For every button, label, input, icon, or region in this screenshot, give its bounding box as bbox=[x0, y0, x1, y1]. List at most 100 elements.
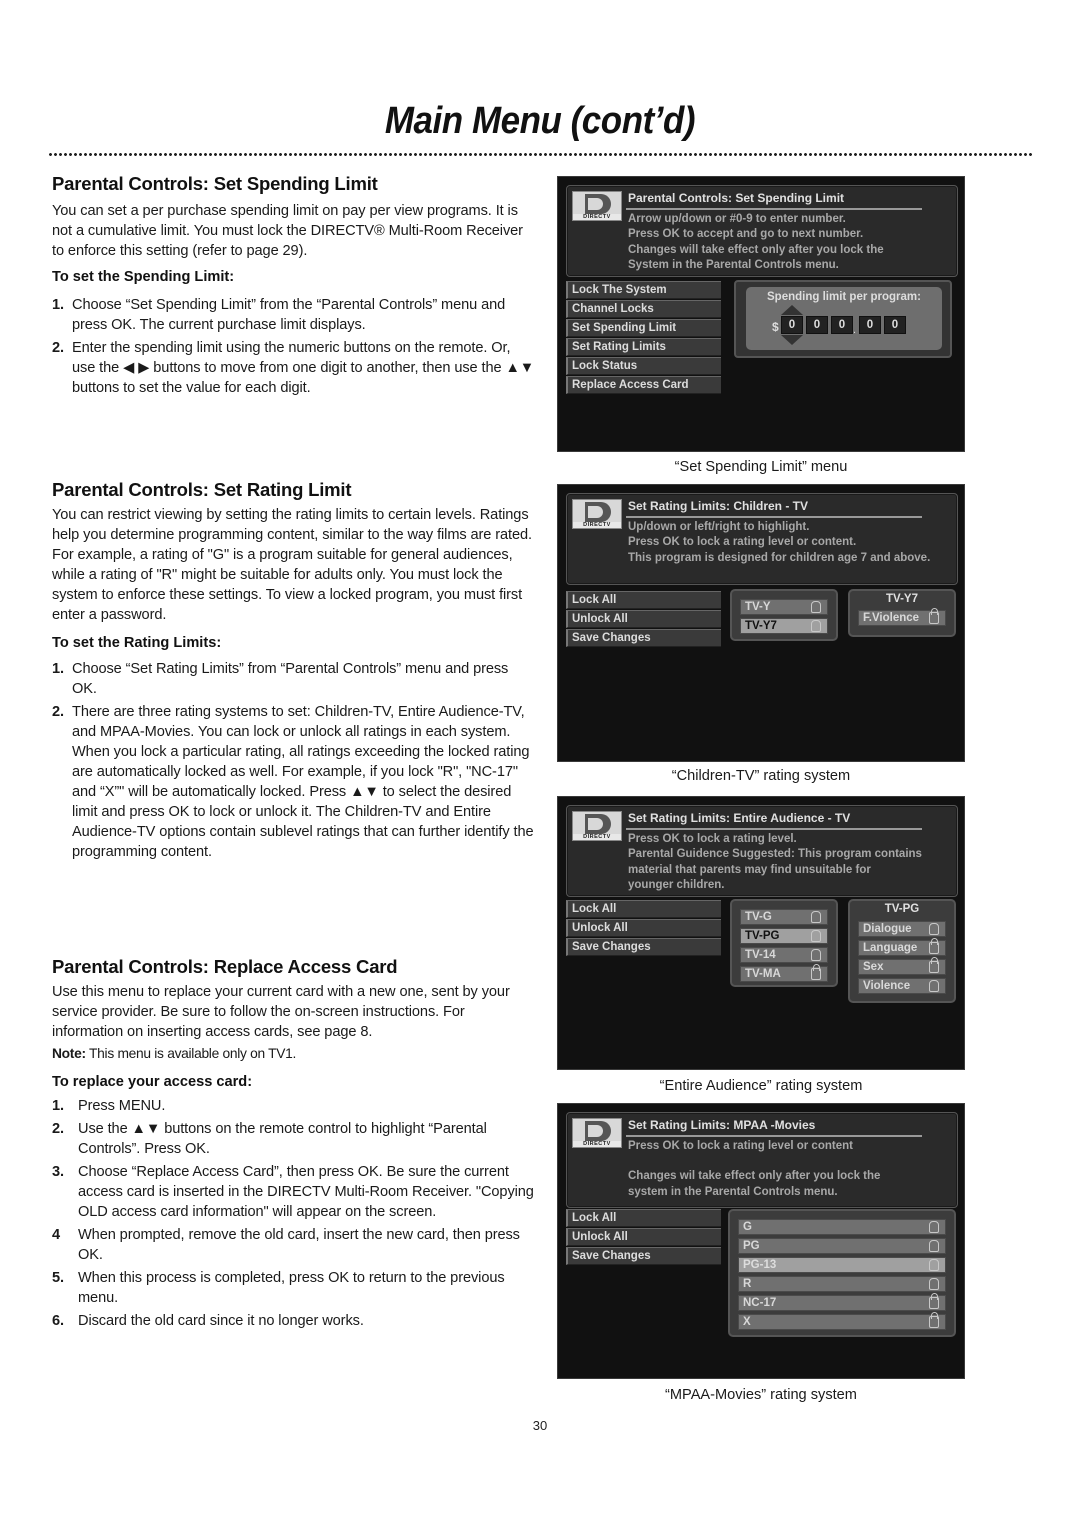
menu-item-replace-access-card[interactable]: Replace Access Card bbox=[566, 376, 721, 394]
rating-row-tv-y7[interactable]: TV-Y7 bbox=[740, 618, 828, 634]
figure-caption: “Entire Audience” rating system bbox=[659, 1078, 863, 1094]
instruction-line: This program is designed for children ag… bbox=[628, 551, 931, 564]
rating-row-tv-pg[interactable]: TV-PG bbox=[740, 928, 828, 944]
figure-caption: “Set Spending Limit” menu bbox=[674, 459, 848, 475]
section-rating-limit: Parental Controls: Set Rating Limit You … bbox=[52, 479, 537, 865]
section-subheading: To set the Spending Limit: bbox=[52, 269, 235, 285]
step-text: Choose “Replace Access Card”, then press… bbox=[78, 1164, 534, 1220]
digit-field[interactable]: 0 bbox=[884, 316, 906, 334]
rating-row-x[interactable]: X bbox=[738, 1312, 946, 1330]
lock-icon bbox=[929, 1293, 939, 1309]
rating-row-tv-14[interactable]: TV-14 bbox=[740, 947, 828, 963]
step-item: 1. Press MENU. bbox=[52, 1096, 537, 1116]
menu-item-lock-status[interactable]: Lock Status bbox=[566, 357, 721, 375]
save-changes-button[interactable]: Save Changes bbox=[566, 1247, 721, 1265]
instruction-line: Parental Guidence Suggested: This progra… bbox=[628, 848, 922, 861]
unlocked-icon bbox=[811, 949, 821, 961]
step-item: 6. Discard the old card since it no longe… bbox=[52, 1311, 537, 1331]
instruction-line: younger children. bbox=[628, 878, 725, 891]
screenshot-mpaa-movies: DIRECTV Set Rating Limits: MPAA -Movies … bbox=[557, 1103, 965, 1379]
menu-item-set-rating-limits[interactable]: Set Rating Limits bbox=[566, 338, 721, 356]
rating-row-pg-13[interactable]: PG-13 bbox=[738, 1257, 946, 1273]
digit-field[interactable]: 0 bbox=[859, 316, 881, 334]
page-number: 30 bbox=[532, 1418, 548, 1433]
menu-item-channel-locks[interactable]: Channel Locks bbox=[566, 300, 721, 318]
steps-list: 1. Choose “Set Rating Limits” from “Paren… bbox=[52, 659, 537, 862]
arrow-down-icon[interactable] bbox=[781, 335, 803, 345]
sublevel-row-sex[interactable]: Sex bbox=[858, 957, 946, 975]
unlock-all-button[interactable]: Unlock All bbox=[566, 610, 721, 628]
rating-row-r[interactable]: R bbox=[738, 1276, 946, 1292]
title-underline bbox=[626, 516, 922, 518]
step-item: 3. Choose “Replace Access Card”, then pre… bbox=[52, 1162, 537, 1222]
instruction-line: System in the Parental Controls menu. bbox=[628, 258, 839, 271]
lock-all-button[interactable]: Lock All bbox=[566, 591, 721, 609]
section-spending-limit: Parental Controls: Set Spending Limit Yo… bbox=[52, 173, 537, 401]
section-intro: You can restrict viewing by setting the … bbox=[52, 507, 532, 623]
screen-title: Set Rating Limits: Children - TV bbox=[628, 499, 809, 513]
step-text: There are three rating systems to set: C… bbox=[72, 704, 534, 860]
step-item: 5. When this process is completed, press … bbox=[52, 1268, 537, 1308]
lock-all-button[interactable]: Lock All bbox=[566, 900, 721, 918]
sublevel-row-violence[interactable]: Violence bbox=[858, 978, 946, 994]
unlocked-icon bbox=[929, 1221, 939, 1233]
screen-instructions: Press OK to lock a rating level or conte… bbox=[628, 1139, 880, 1200]
screenshot-spending-limit: DIRECTV Parental Controls: Set Spending … bbox=[557, 176, 965, 452]
step-text: Choose “Set Spending Limit” from the “Pa… bbox=[72, 297, 506, 333]
title-underline bbox=[626, 828, 922, 830]
unlocked-icon bbox=[811, 930, 821, 942]
menu-item-lock-the-system[interactable]: Lock The System bbox=[566, 281, 721, 299]
step-text: When this process is completed, press OK… bbox=[78, 1270, 505, 1306]
instruction-line: Press OK to accept and go to next number… bbox=[628, 228, 864, 241]
lock-all-button[interactable]: Lock All bbox=[566, 1209, 721, 1227]
unlock-all-button[interactable]: Unlock All bbox=[566, 1228, 721, 1246]
ratings-panel: G PG PG-13 R NC-17 X bbox=[728, 1209, 956, 1337]
save-changes-button[interactable]: Save Changes bbox=[566, 938, 721, 956]
sublevel-row-dialogue[interactable]: Dialogue bbox=[858, 921, 946, 937]
step-item: 2. Enter the spending limit using the num… bbox=[52, 338, 537, 398]
digit-field[interactable]: 0 bbox=[781, 316, 803, 334]
digit-field[interactable]: 0 bbox=[806, 316, 828, 334]
digit-field[interactable]: 0 bbox=[831, 316, 853, 334]
lock-icon bbox=[929, 1312, 939, 1328]
rating-action-menu: Lock All Unlock All Save Changes bbox=[566, 900, 721, 957]
rating-row-tv-ma[interactable]: TV-MA bbox=[740, 964, 828, 982]
section-subheading: To set the Rating Limits: bbox=[52, 635, 222, 651]
sublevel-panel: TV-PG Dialogue Language Sex Violence bbox=[848, 899, 956, 1003]
step-text: Press MENU. bbox=[78, 1098, 166, 1114]
unlocked-icon bbox=[929, 1240, 939, 1252]
lock-icon bbox=[929, 608, 939, 624]
rating-row-pg[interactable]: PG bbox=[738, 1238, 946, 1254]
sublevel-row-f-violence[interactable]: F.Violence bbox=[858, 608, 946, 626]
screen-header: DIRECTV Parental Controls: Set Spending … bbox=[566, 185, 958, 277]
step-number: 3. bbox=[52, 1164, 64, 1180]
step-text: Choose “Set Rating Limits” from “Parenta… bbox=[72, 661, 509, 697]
screen-header: DIRECTV Set Rating Limits: Children - TV… bbox=[566, 493, 958, 585]
rating-row-g[interactable]: G bbox=[738, 1219, 946, 1235]
rating-row-nc-17[interactable]: NC-17 bbox=[738, 1293, 946, 1311]
directv-logo: DIRECTV bbox=[572, 191, 622, 221]
instruction-line: Changes wil take effect only after you l… bbox=[628, 1170, 881, 1183]
screen-title: Parental Controls: Set Spending Limit bbox=[628, 191, 845, 205]
menu-item-set-spending-limit[interactable]: Set Spending Limit bbox=[566, 319, 721, 337]
directv-logo: DIRECTV bbox=[572, 499, 622, 529]
unlock-all-button[interactable]: Unlock All bbox=[566, 919, 721, 937]
unlocked-icon bbox=[929, 1278, 939, 1290]
rating-row-tv-y[interactable]: TV-Y bbox=[740, 599, 828, 615]
instruction-line bbox=[628, 1154, 880, 1169]
step-text: Discard the old card since it no longer … bbox=[78, 1313, 364, 1329]
screen-instructions: Press OK to lock a rating level. Parenta… bbox=[628, 832, 922, 893]
title-underline bbox=[626, 208, 922, 210]
dotted-divider bbox=[48, 152, 1032, 157]
instruction-line: system in the Parental Controls menu. bbox=[628, 1185, 838, 1198]
note-text: This menu is available only on TV1. bbox=[85, 1046, 297, 1061]
rating-row-tv-g[interactable]: TV-G bbox=[740, 909, 828, 925]
section-subheading: To replace your access card: bbox=[52, 1074, 253, 1090]
screen-header: DIRECTV Set Rating Limits: Entire Audien… bbox=[566, 805, 958, 897]
save-changes-button[interactable]: Save Changes bbox=[566, 629, 721, 647]
step-number: 1. bbox=[52, 661, 64, 677]
step-text: Use the ▲▼ buttons on the remote control… bbox=[78, 1121, 487, 1157]
arrow-up-icon[interactable] bbox=[781, 305, 803, 315]
ratings-panel: TV-G TV-PG TV-14 TV-MA bbox=[730, 899, 838, 987]
sublevel-row-language[interactable]: Language bbox=[858, 938, 946, 956]
